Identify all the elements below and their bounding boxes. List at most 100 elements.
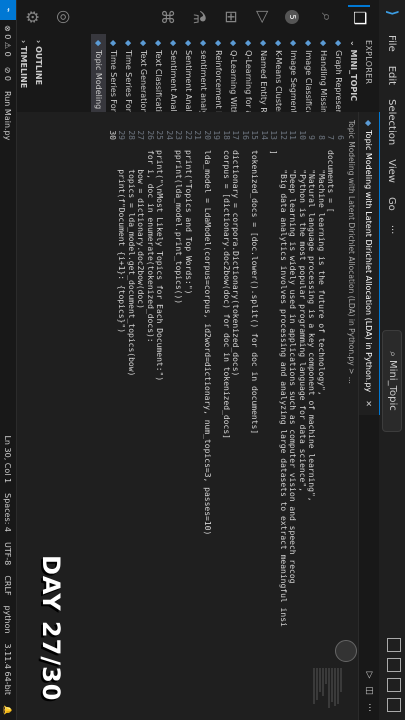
- code-line[interactable]: 26 for i, doc in enumerate(tokenized_docs…: [146, 112, 155, 720]
- file-label: Text Generation with ...: [139, 50, 148, 112]
- editor-tab-active[interactable]: ◆ Topic Modeling with Latent Dirichlet A…: [359, 112, 380, 415]
- file-item[interactable]: ◆ Q-Learning With Pyth...: [226, 34, 241, 112]
- code-line[interactable]: 7 documents = [: [326, 112, 336, 720]
- file-item[interactable]: ◆ Handling Missing Dat...: [316, 34, 331, 112]
- code-line[interactable]: 27 bow = dictionary.doc2bow(doc): [136, 112, 146, 720]
- line-number: 25: [155, 130, 165, 140]
- file-item[interactable]: ◆ Time Series Forecasti...: [106, 34, 121, 112]
- line-number: 9: [307, 135, 317, 140]
- code-line[interactable]: 19: [212, 112, 222, 720]
- code-line[interactable]: 6: [336, 112, 345, 720]
- code-line[interactable]: 12 "Big data analytics involves processi…: [279, 112, 288, 720]
- code-text: ]: [269, 150, 279, 155]
- remote-indicator-icon[interactable]: ⌁: [0, 0, 16, 20]
- account-icon[interactable]: ◎: [53, 6, 75, 28]
- line-number: 8: [317, 135, 326, 140]
- file-item[interactable]: ◆ Text Classification wit...: [151, 34, 166, 112]
- split-editor-icon[interactable]: ◫: [364, 686, 374, 695]
- source-control-icon[interactable]: 5: [284, 6, 306, 28]
- file-item[interactable]: ◆ sentiment analysis usi...: [196, 34, 211, 112]
- indentation[interactable]: Spaces: 4: [4, 488, 13, 537]
- run-python-icon[interactable]: ▷: [364, 672, 374, 679]
- code-line[interactable]: 30: [108, 112, 117, 720]
- code-line[interactable]: 28 topics = lda_model.get_document_topic…: [127, 112, 136, 720]
- file-item[interactable]: ◆ Named Entity Recogn...: [256, 34, 271, 112]
- customize-layout-icon[interactable]: [387, 698, 401, 712]
- ports-status[interactable]: ⊘ 0: [4, 62, 13, 86]
- code-line[interactable]: 11 "Deep learning is widely used in appl…: [288, 112, 298, 720]
- code-line[interactable]: 10 "Python is the most popular programmi…: [298, 112, 307, 720]
- menu-file[interactable]: File: [387, 28, 398, 59]
- code-line[interactable]: 22 print("Topics and Top Words:"): [184, 112, 193, 720]
- code-line[interactable]: 14: [260, 112, 269, 720]
- menu-more[interactable]: ···: [387, 218, 398, 242]
- python-icon[interactable]: ⌘: [156, 6, 178, 28]
- file-item[interactable]: ◆ Reinforcement Learni...: [211, 34, 226, 112]
- file-item[interactable]: ◆ Q-Learning for a Sim...: [241, 34, 256, 112]
- notifications-bell-icon[interactable]: 🔔: [4, 700, 13, 720]
- more-actions-icon[interactable]: ⋯: [364, 703, 374, 712]
- file-label: Q-Learning With Pyth...: [229, 50, 238, 112]
- file-item[interactable]: ◆ Image Segmentation ...: [286, 34, 301, 112]
- line-number: 24: [165, 130, 174, 140]
- menu-view[interactable]: View: [387, 152, 398, 190]
- code-line[interactable]: 23 pprint(lda_model.print_topics()): [174, 112, 184, 720]
- encoding[interactable]: UTF-8: [4, 537, 13, 570]
- code-line[interactable]: 18 corpus = [dictionary.doc2bow(doc) for …: [222, 112, 231, 720]
- code-line[interactable]: 16: [241, 112, 250, 720]
- minimap[interactable]: [193, 668, 343, 708]
- file-label: Graph Representation...: [334, 50, 343, 112]
- close-icon[interactable]: ✕: [365, 400, 374, 407]
- toggle-primary-sidebar-icon[interactable]: [387, 638, 401, 652]
- file-item[interactable]: ◆ Image Classification ...: [301, 34, 316, 112]
- code-line[interactable]: 20 lda_model = LdaModel(corpus=corpus, id…: [203, 112, 212, 720]
- code-line[interactable]: 29 print(f"Document {i+1}: {topics}"): [117, 112, 127, 720]
- code-line[interactable]: 13]: [269, 112, 279, 720]
- code-line[interactable]: 17 dictionary = corpora.Dictionary(tokeni…: [231, 112, 241, 720]
- file-label: Reinforcement Learni...: [214, 50, 223, 112]
- testing-icon[interactable]: ⚗: [188, 6, 210, 28]
- extensions-icon[interactable]: ⊞: [220, 6, 242, 28]
- manage-gear-icon[interactable]: ⚙: [21, 6, 43, 28]
- outline-section[interactable]: › OUTLINE: [31, 34, 46, 112]
- cursor-position[interactable]: Ln 30, Col 1: [4, 430, 13, 488]
- code-line[interactable]: 9 "Natural language processing is a key …: [307, 112, 317, 720]
- code-line[interactable]: 25 print("\nMost Likely Topics for Each D…: [155, 112, 165, 720]
- toggle-secondary-sidebar-icon[interactable]: [387, 678, 401, 692]
- code-line[interactable]: 21: [193, 112, 203, 720]
- explorer-icon[interactable]: ❐: [348, 5, 370, 29]
- sidebar-bottom-sections: › OUTLINE › TIMELINE: [16, 34, 46, 112]
- run-debug-icon[interactable]: ▷: [252, 6, 274, 28]
- python-interpreter[interactable]: 3.11.4 64-bit: [4, 639, 13, 701]
- code-text: "Deep learning is widely used in applica…: [288, 150, 298, 584]
- file-item[interactable]: ◆ K-Means Clustering w...: [271, 34, 286, 112]
- line-number: 7: [326, 135, 336, 140]
- file-label: Sentiment Analysis wi...: [169, 50, 178, 112]
- file-label: Text Classification wit...: [154, 50, 163, 112]
- menu-edit[interactable]: Edit: [387, 59, 398, 92]
- file-item[interactable]: ◆ Sentiment Analysis wi...: [166, 34, 181, 112]
- code-line[interactable]: 8 "Machine learning is the future of tec…: [317, 112, 326, 720]
- file-item[interactable]: ◆ Graph Representation...: [331, 34, 346, 112]
- explorer-header: EXPLORER: [364, 40, 373, 85]
- file-item[interactable]: ◆ Time Series Forecasti...: [121, 34, 136, 112]
- folder-mini-topic[interactable]: ⌄ MINI_TOPIC: [346, 34, 361, 112]
- menu-go[interactable]: Go: [387, 190, 398, 218]
- menu-selection[interactable]: Selection: [387, 92, 398, 152]
- file-item[interactable]: ◆ Text Generation with ...: [136, 34, 151, 112]
- code-line[interactable]: 15 tokenized_docs = [doc.lower().split() …: [250, 112, 260, 720]
- language-mode[interactable]: python: [4, 601, 13, 639]
- command-center-search[interactable]: ⌕ Mini_Topic: [382, 330, 402, 432]
- code-line[interactable]: 24: [165, 112, 174, 720]
- toggle-panel-icon[interactable]: [387, 658, 401, 672]
- end-of-line[interactable]: CRLF: [4, 570, 13, 600]
- problems-status[interactable]: ⊗ 0 ⚠ 0: [4, 20, 13, 62]
- file-item-active[interactable]: ◆ Topic Modeling with ...: [91, 34, 106, 112]
- run-main-button[interactable]: Run Main.py: [4, 86, 13, 145]
- file-item[interactable]: ◆ Sentiment Analysis wi...: [181, 34, 196, 112]
- python-file-icon: ◆: [259, 40, 268, 47]
- search-icon[interactable]: ⌕: [316, 6, 338, 28]
- code-editor[interactable]: 6 7 documents = [8 "Machine learning is th…: [16, 112, 345, 720]
- breadcrumb[interactable]: Topic Modeling with Latent Dirichlet All…: [344, 112, 358, 720]
- timeline-section[interactable]: › TIMELINE: [16, 34, 31, 112]
